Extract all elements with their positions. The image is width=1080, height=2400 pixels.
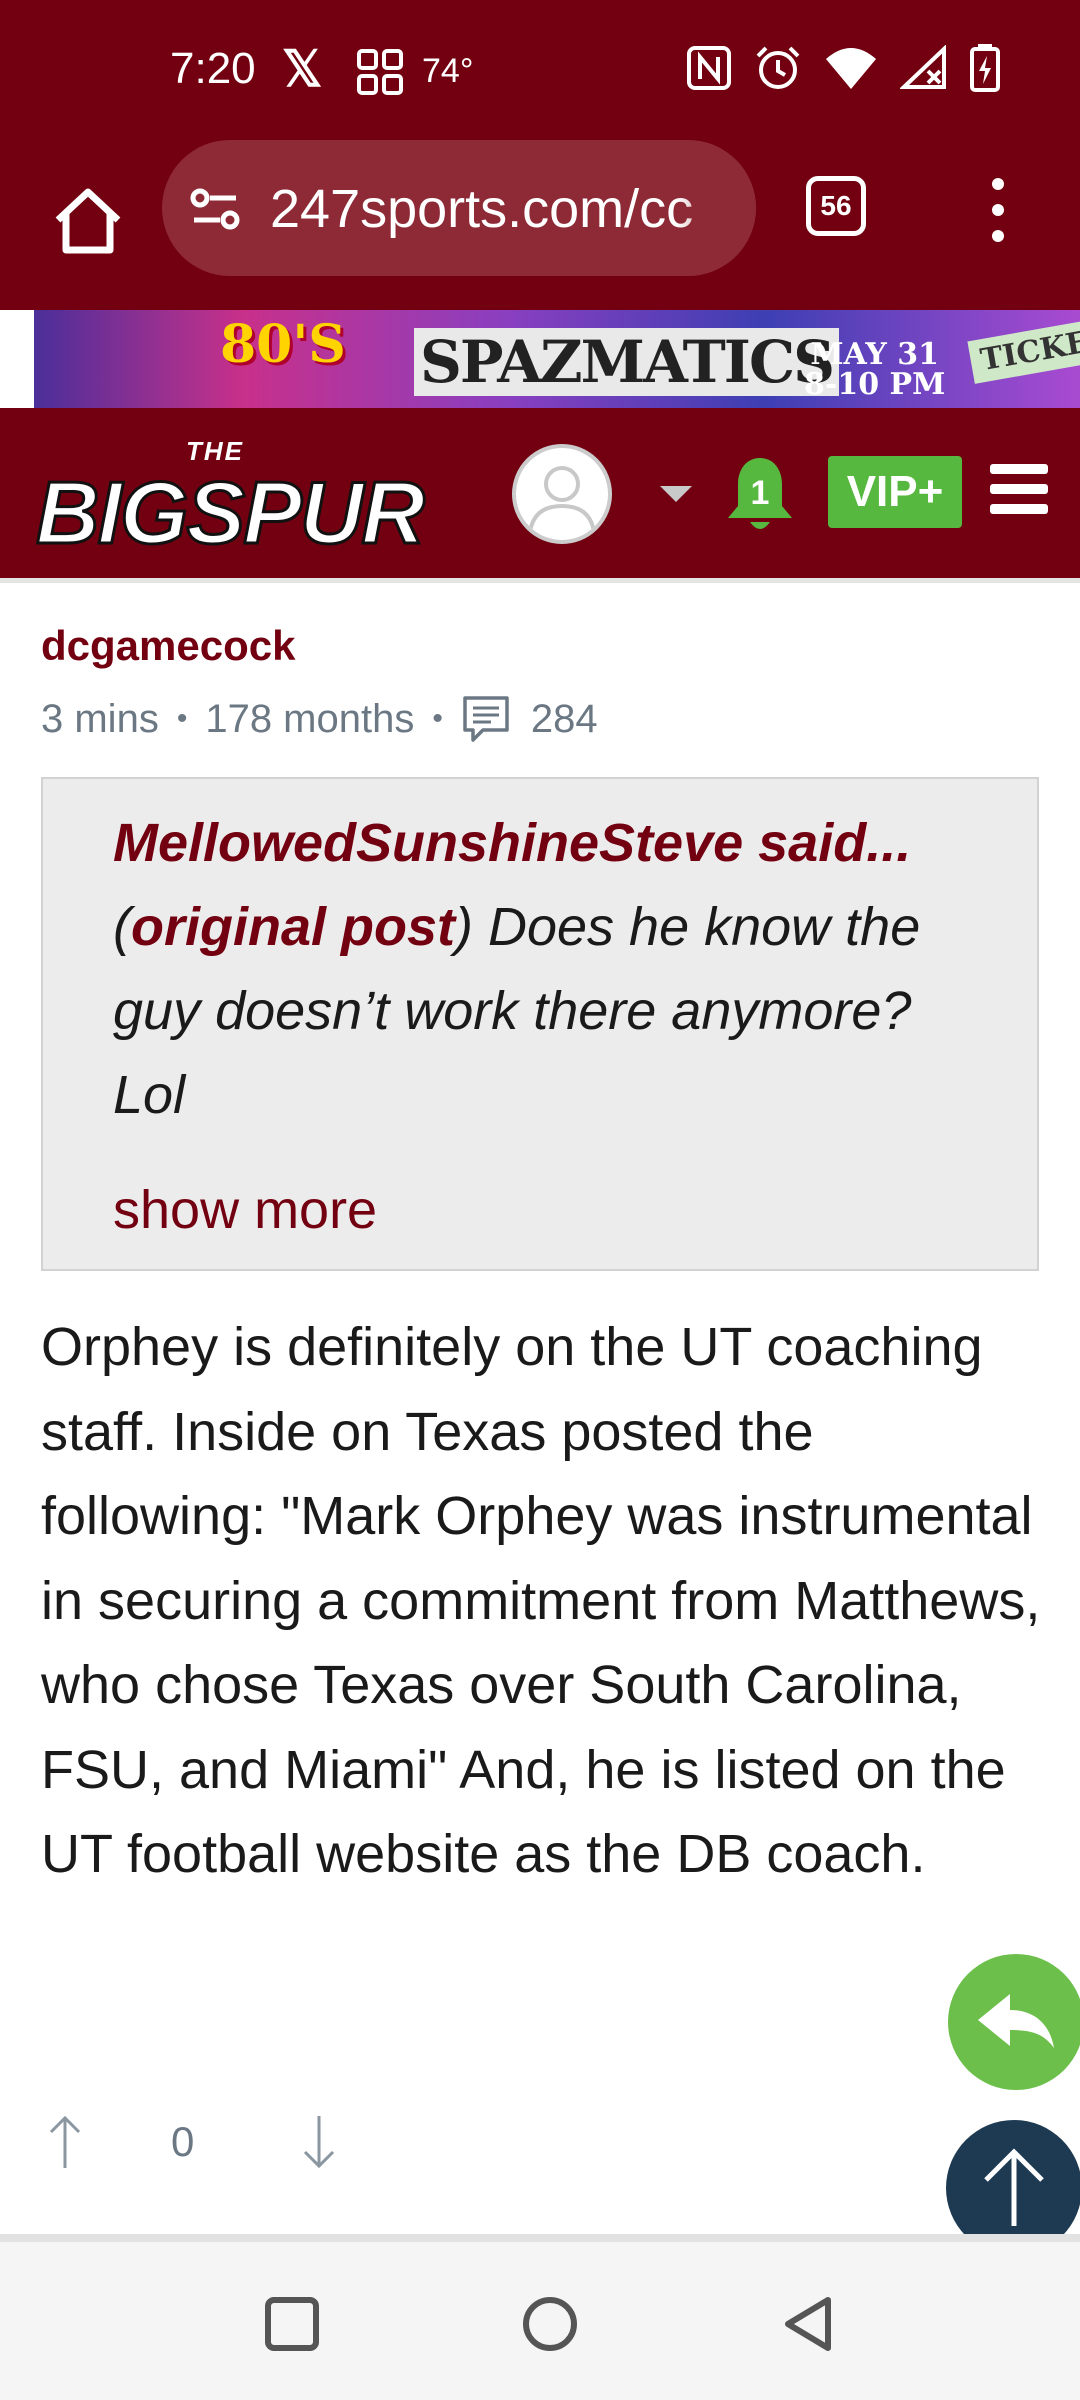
avatar[interactable] bbox=[512, 444, 612, 544]
status-icons bbox=[686, 44, 1000, 92]
ad-date: MAY 31 bbox=[810, 337, 939, 372]
post-author[interactable]: dcgamecock bbox=[41, 622, 295, 670]
comment-icon bbox=[463, 696, 509, 742]
vote-count: 0 bbox=[171, 2118, 195, 2165]
account-dropdown-icon[interactable] bbox=[660, 486, 692, 502]
back-icon[interactable] bbox=[778, 2294, 838, 2354]
ad-image[interactable]: 80'S SPAZMATICS MAY 31 8-10 PM TICKET bbox=[34, 310, 1080, 408]
system-navigation-bar bbox=[0, 2242, 1080, 2400]
address-bar[interactable]: 247sports.com/cc bbox=[162, 140, 756, 276]
notification-count: 1 bbox=[751, 474, 770, 512]
hamburger-menu-icon[interactable] bbox=[990, 464, 1048, 516]
ad-time: 8-10 PM bbox=[804, 367, 946, 402]
post-count: 284 bbox=[530, 696, 598, 741]
post-body: Orphey is definitely on the UT coaching … bbox=[41, 1317, 1041, 1884]
ad-band-name: SPAZMATICS bbox=[414, 328, 839, 396]
quote-body: (original post) Does he know the guy doe… bbox=[113, 897, 921, 1125]
browser-toolbar: 247sports.com/cc 56 bbox=[0, 140, 1080, 310]
site-logo[interactable]: THE BIGSPUR bbox=[36, 432, 478, 558]
alarm-icon bbox=[756, 46, 800, 89]
meta-separator: • bbox=[432, 702, 443, 735]
vip-button[interactable]: VIP+ bbox=[828, 456, 962, 528]
home-nav-icon[interactable] bbox=[520, 2294, 580, 2354]
home-icon[interactable] bbox=[48, 180, 128, 260]
x-icon: 𝕏 bbox=[282, 41, 323, 97]
downvote-icon[interactable] bbox=[299, 2112, 339, 2172]
tab-switcher-button[interactable]: 56 bbox=[806, 176, 866, 236]
site-settings-icon[interactable] bbox=[190, 184, 240, 234]
url-text[interactable]: 247sports.com/cc bbox=[270, 178, 693, 240]
browser-menu-icon[interactable] bbox=[978, 170, 1018, 250]
nfc-icon bbox=[687, 46, 731, 90]
post-meta: 3 mins • 178 months • 284 bbox=[41, 694, 598, 744]
tab-count: 56 bbox=[820, 190, 852, 221]
meta-separator: • bbox=[176, 702, 188, 735]
site-header: THE BIGSPUR 1 VIP+ bbox=[0, 408, 1080, 583]
quote-block: MellowedSunshineSteve said... (original … bbox=[41, 777, 1039, 1271]
battery-charging-icon bbox=[970, 44, 1000, 92]
status-bar: 7:20 𝕏 74° bbox=[0, 0, 1080, 140]
status-time: 7:20 bbox=[170, 44, 256, 93]
member-age: 178 months bbox=[205, 696, 415, 741]
original-post-link[interactable]: original post bbox=[131, 897, 455, 957]
ad-headline: 80'S bbox=[220, 314, 346, 375]
recents-icon[interactable] bbox=[262, 2294, 322, 2354]
reply-icon bbox=[978, 1994, 1054, 2048]
post-time: 3 mins bbox=[41, 696, 159, 741]
upvote-icon[interactable] bbox=[45, 2112, 85, 2172]
signal-icon bbox=[900, 45, 946, 89]
grid-icon bbox=[357, 49, 403, 95]
quote-text: MellowedSunshineSteve said... (original … bbox=[113, 801, 993, 1137]
show-more-link[interactable]: show more bbox=[113, 1179, 377, 1241]
divider bbox=[0, 2234, 1080, 2242]
reply-button[interactable] bbox=[948, 1954, 1080, 2090]
ad-ticket: TICKET bbox=[967, 315, 1080, 384]
logo-main: BIGSPUR bbox=[36, 462, 426, 559]
notification-bell-icon[interactable]: 1 bbox=[724, 454, 796, 536]
ad-datetime: MAY 31 8-10 PM bbox=[804, 340, 945, 400]
user-avatar-icon bbox=[528, 466, 596, 533]
ad-banner[interactable]: 80'S SPAZMATICS MAY 31 8-10 PM TICKET bbox=[0, 310, 1080, 408]
vote-bar: 0 bbox=[41, 2108, 841, 2178]
url-fade bbox=[676, 140, 756, 276]
quote-author[interactable]: MellowedSunshineSteve said... bbox=[113, 801, 993, 885]
status-temperature: 74° bbox=[422, 52, 474, 90]
wifi-icon bbox=[826, 48, 876, 89]
